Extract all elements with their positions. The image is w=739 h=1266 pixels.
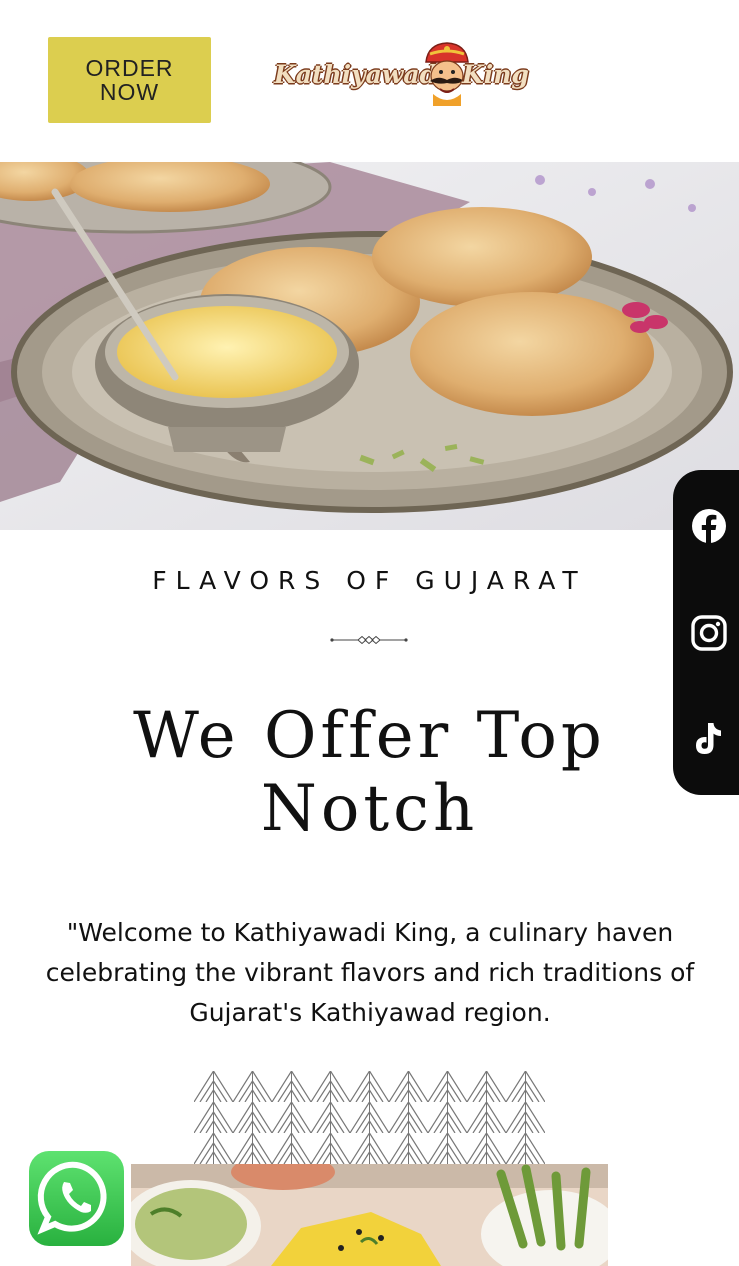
main-headline: We Offer Top Notch	[133, 699, 606, 846]
intro-paragraph: "Welcome to Kathiyawadi King, a culinary…	[45, 918, 695, 1027]
instagram-icon[interactable]	[691, 615, 727, 651]
kathiyawadi-king-logo[interactable]: Kathiyawadi King	[272, 38, 529, 108]
geometric-pattern	[194, 1071, 545, 1164]
section-eyebrow: FLAVORS OF GUJARAT	[152, 566, 587, 595]
site-header: ORDER NOW Kathiyawadi King	[0, 0, 739, 162]
social-sidebar	[673, 470, 739, 795]
ornamental-divider	[330, 635, 408, 645]
tiktok-icon[interactable]	[691, 721, 727, 757]
logo-text-right: King	[462, 60, 529, 89]
order-now-button[interactable]: ORDER NOW	[48, 37, 211, 123]
food-preview-image	[131, 1164, 608, 1266]
whatsapp-icon[interactable]	[29, 1151, 124, 1246]
facebook-icon[interactable]	[691, 508, 727, 544]
hero-food-image	[0, 162, 739, 530]
